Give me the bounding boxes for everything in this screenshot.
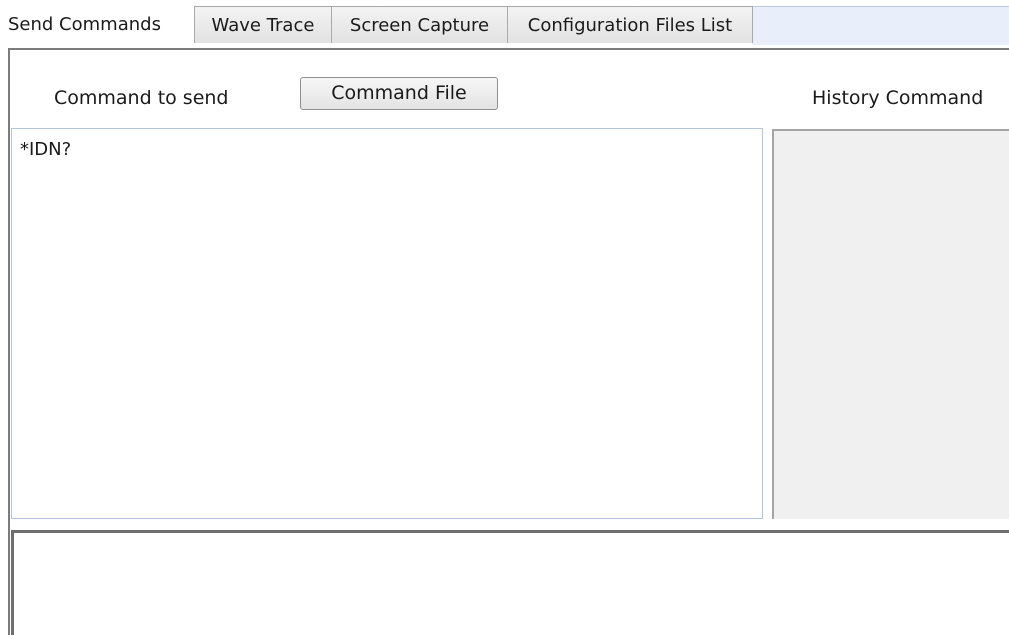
command-to-send-label: Command to send	[54, 87, 229, 109]
tab-strip-background	[752, 6, 1009, 45]
command-file-button[interactable]: Command File	[300, 77, 498, 110]
tab-bar: Send Commands Wave Trace Screen Capture …	[0, 0, 1009, 48]
command-input[interactable]: *IDN?	[11, 128, 763, 519]
tab-configuration-files-list[interactable]: Configuration Files List	[507, 6, 753, 43]
tab-screen-capture[interactable]: Screen Capture	[331, 6, 508, 43]
response-output-box[interactable]	[11, 530, 1009, 635]
history-command-label: History Command	[812, 87, 984, 109]
tab-send-commands[interactable]: Send Commands	[0, 2, 194, 48]
tab-wave-trace[interactable]: Wave Trace	[194, 6, 332, 43]
history-command-list[interactable]	[772, 129, 1009, 519]
